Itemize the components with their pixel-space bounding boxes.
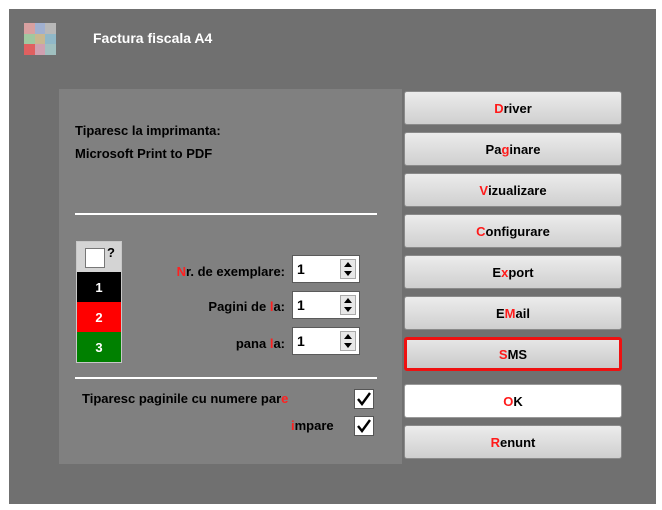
to-page-stepper[interactable]: 1 bbox=[292, 327, 360, 355]
checkmark-icon bbox=[357, 419, 371, 433]
copies-label: Nr. de exemplare: bbox=[176, 264, 285, 279]
separator bbox=[75, 377, 377, 379]
stepper-arrows[interactable] bbox=[340, 259, 356, 279]
to-page-label: pana la: bbox=[235, 336, 285, 351]
question-mark: ? bbox=[107, 245, 115, 260]
color-option-green[interactable]: 3 bbox=[77, 332, 121, 362]
ok-button[interactable]: OK bbox=[404, 384, 622, 418]
email-button[interactable]: E Mail bbox=[404, 296, 622, 330]
color-option-none[interactable]: ? bbox=[77, 242, 121, 272]
export-button[interactable]: Ex port bbox=[404, 255, 622, 289]
configure-button[interactable]: Configurare bbox=[404, 214, 622, 248]
to-page-value[interactable]: 1 bbox=[297, 333, 305, 349]
app-icon bbox=[24, 23, 56, 55]
separator bbox=[75, 213, 377, 215]
window-title: Factura fiscala A4 bbox=[93, 30, 213, 46]
arrow-up-icon[interactable] bbox=[344, 334, 352, 339]
arrow-down-icon[interactable] bbox=[344, 271, 352, 276]
from-page-value[interactable]: 1 bbox=[297, 297, 305, 313]
color-option-black[interactable]: 1 bbox=[77, 272, 121, 302]
copies-value[interactable]: 1 bbox=[297, 261, 305, 277]
checkmark-icon bbox=[357, 392, 371, 406]
stepper-arrows[interactable] bbox=[340, 331, 356, 351]
printer-name: Microsoft Print to PDF bbox=[75, 146, 213, 161]
from-page-stepper[interactable]: 1 bbox=[292, 291, 360, 319]
arrow-down-icon[interactable] bbox=[344, 343, 352, 348]
arrow-down-icon[interactable] bbox=[344, 307, 352, 312]
pagination-button[interactable]: Pa g inare bbox=[404, 132, 622, 166]
checkbox-icon bbox=[85, 248, 105, 268]
printer-label: Tiparesc la imprimanta: bbox=[75, 123, 221, 138]
odd-pages-checkbox[interactable] bbox=[354, 416, 374, 436]
from-page-label: Pagini de la: bbox=[208, 299, 285, 314]
color-option-red[interactable]: 2 bbox=[77, 302, 121, 332]
copies-stepper[interactable]: 1 bbox=[292, 255, 360, 283]
stepper-arrows[interactable] bbox=[340, 295, 356, 315]
preview-button[interactable]: Vizualizare bbox=[404, 173, 622, 207]
even-pages-label: Tiparesc paginile cu numere pare bbox=[82, 391, 289, 406]
even-pages-checkbox[interactable] bbox=[354, 389, 374, 409]
title-bar: Factura fiscala A4 bbox=[9, 9, 656, 64]
print-options-panel: Tiparesc la imprimanta: Microsoft Print … bbox=[59, 89, 402, 464]
arrow-up-icon[interactable] bbox=[344, 298, 352, 303]
cancel-button[interactable]: Renunt bbox=[404, 425, 622, 459]
color-selector: ? 1 2 3 bbox=[76, 241, 122, 363]
odd-pages-label: impare bbox=[291, 418, 334, 433]
driver-button[interactable]: Driver bbox=[404, 91, 622, 125]
arrow-up-icon[interactable] bbox=[344, 262, 352, 267]
sms-button[interactable]: S MS bbox=[404, 337, 622, 371]
